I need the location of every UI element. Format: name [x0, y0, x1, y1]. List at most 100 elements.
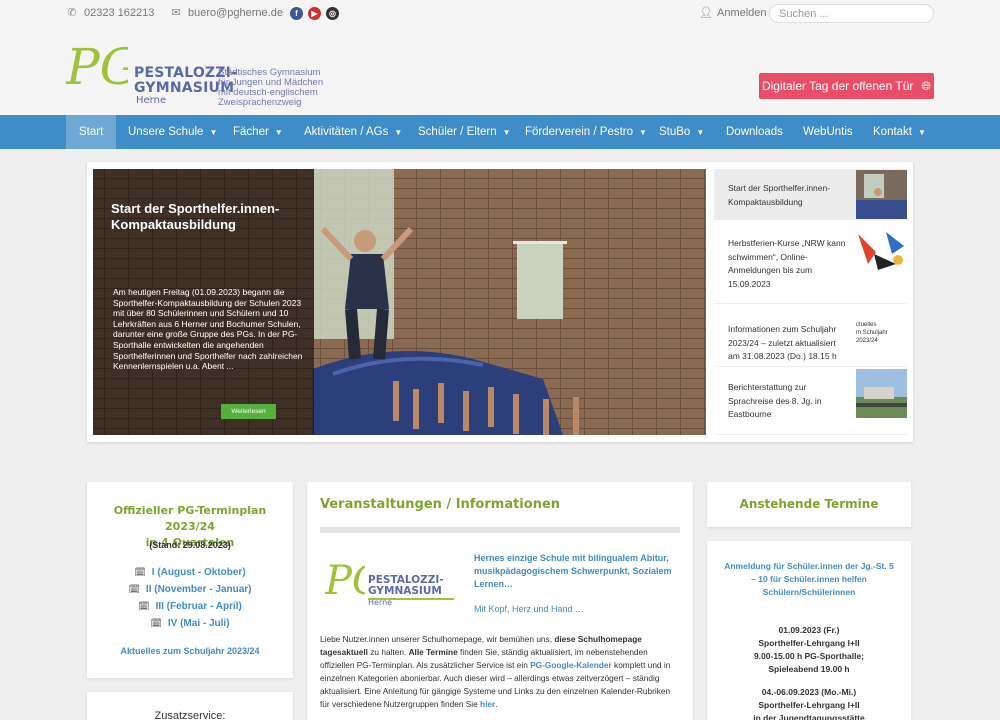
nav-label: Kontakt [873, 126, 912, 138]
nav-item-schueler-eltern[interactable]: Schüler / Eltern ▼ [418, 115, 511, 149]
login-link[interactable]: 👤︎ Anmelden [699, 6, 767, 20]
chevron-down-icon: ▼ [918, 127, 926, 137]
quarter-link[interactable]: 🗓︎ II (November - Januar) [87, 584, 293, 595]
body-text: Liebe Nutzer.innen unserer Schulhomepage… [320, 634, 555, 644]
promo-link[interactable]: Hernes einzige Schule mit bilingualem Ab… [474, 552, 684, 591]
email-address: buero@pgherne.de [188, 6, 283, 19]
slider-list-item[interactable]: Herbstferien-Kurse „NRW kann schwimmen“,… [714, 222, 907, 304]
zusatzservice-title: Zusatzservice: [154, 710, 226, 720]
top-bar: ✆ 02323 162213 ✉ buero@pgherne.de f ▶ ◎ … [0, 0, 1000, 28]
event-entry: 01.09.2023 (Fr.) Sporthelfer-Lehrgang I+… [707, 624, 911, 676]
featured-slide[interactable]: Start der Sporthelfer.innen-Kompaktausbi… [93, 169, 706, 435]
slider-list-item[interactable]: Start der Sporthelfer.innen-Kompaktausbi… [714, 169, 907, 220]
nav-item-stubo[interactable]: StuBo ▼ [659, 115, 704, 149]
logo-name-line2: GYMNASIUM [368, 585, 442, 597]
event-line: Sporthelfer-Lehrgang I+II [758, 638, 860, 648]
email-contact[interactable]: ✉ buero@pgherne.de [170, 6, 283, 20]
thumbnail-text: ctuelles [856, 322, 877, 328]
promo-tagline[interactable]: Mit Kopf, Herz und Hand … [474, 604, 584, 614]
body-text: Alle Termine [408, 647, 458, 657]
nav-label: StuBo [659, 126, 691, 138]
slide-excerpt: Am heutigen Freitag (01.09.2023) begann … [113, 287, 303, 372]
nav-item-faecher[interactable]: Fächer ▼ [233, 115, 283, 149]
logo-underline [368, 598, 454, 600]
chevron-down-icon: ▼ [394, 127, 403, 137]
nav-item-downloads[interactable]: Downloads [726, 115, 783, 149]
youtube-icon[interactable]: ▶ [308, 7, 321, 20]
open-day-label: Digitaler Tag der offenen Tür [761, 79, 914, 93]
slider-item-thumbnail: ctuelles m Schuljahr 2023/24 [856, 309, 907, 358]
slider-item-title: Informationen zum Schuljahr 2023/24 – zu… [728, 324, 837, 361]
envelope-icon: ✉ [171, 7, 181, 19]
nav-label: Förderverein / Pestro [525, 126, 634, 138]
news-slider: Start der Sporthelfer.innen-Kompaktausbi… [87, 162, 913, 442]
calendar-icon: 🗓︎ [134, 567, 146, 577]
phone-icon: ✆ [67, 7, 77, 19]
logo-subtitle: Städtisches Gymnasium für Jungen und Mäd… [218, 68, 328, 108]
slider-item-thumbnail [856, 170, 907, 219]
calendar-icon: 🗓︎ [128, 584, 140, 594]
slide-title[interactable]: Start der Sporthelfer.innen-Kompaktausbi… [111, 201, 301, 233]
terminplan-title-line: Offizieller PG-Terminplan 2023/24 [113, 504, 267, 533]
quarter-link[interactable]: 🗓︎ IV (Mai - Juli) [87, 618, 293, 629]
instagram-icon[interactable]: ◎ [326, 7, 339, 20]
logo-initials: PG [66, 38, 128, 96]
nav-item-kontakt[interactable]: Kontakt ▼ [873, 115, 926, 149]
body-link[interactable]: hier [480, 699, 495, 709]
read-more-button[interactable]: Weiterlesen [221, 404, 276, 419]
event-line: Sporthelfer-Lehrgang I+II [758, 700, 860, 710]
anstehende-termine-card: Anmeldung für Schüler.innen der Jg.-St. … [707, 541, 911, 720]
open-day-button[interactable]: Digitaler Tag der offenen Tür 🌐︎ [759, 73, 934, 99]
chevron-down-icon: ▼ [639, 127, 647, 137]
slider-list-item[interactable]: Berichterstattung zur Sprachreise des 8.… [714, 369, 907, 435]
phone-contact[interactable]: ✆ 02323 162213 [66, 6, 155, 20]
nav-label: Unsere Schule [128, 126, 204, 138]
facebook-icon[interactable]: f [290, 7, 303, 20]
event-entry: 04.-06.09.2023 (Mo.-Mi.) Sporthelfer-Leh… [707, 686, 911, 720]
nav-label: WebUntis [803, 126, 853, 138]
nav-label: Downloads [726, 126, 783, 138]
nav-item-unsere-schule[interactable]: Unsere Schule ▼ [128, 115, 217, 149]
slider-item-title: Herbstferien-Kurse „NRW kann schwimmen“,… [728, 238, 846, 289]
body-text: zu halten. [367, 647, 409, 657]
chevron-down-icon: ▼ [502, 127, 511, 137]
user-icon: 👤︎ [699, 7, 713, 19]
quarter-link[interactable]: 🗓︎ III (Februar - April) [87, 601, 293, 612]
phone-number: 02323 162213 [84, 6, 155, 19]
slider-list-item[interactable]: Informationen zum Schuljahr 2023/24 – zu… [714, 307, 907, 367]
quarter-link[interactable]: 🗓︎ I (August - Oktober) [87, 567, 293, 578]
pg-logo-mark: PG [325, 558, 365, 604]
calendar-icon: 🗓︎ [138, 601, 150, 611]
slider-item-thumbnail [856, 369, 907, 418]
nav-label: Fächer [233, 126, 269, 138]
nav-label: Aktivitäten / AGs [304, 126, 389, 138]
event-date: 04.-06.09.2023 (Mo.-Mi.) [761, 687, 857, 697]
veranstaltungen-title: Veranstaltungen / Informationen [320, 497, 561, 512]
nav-item-webuntis[interactable]: WebUntis [803, 115, 853, 149]
nav-label: Schüler / Eltern [418, 126, 497, 138]
event-line: Spieleabend 19.00 h [768, 664, 850, 674]
nav-item-aktivitaeten[interactable]: Aktivitäten / AGs ▼ [304, 115, 402, 149]
globe-icon: 🌐︎ [921, 78, 932, 93]
search-input[interactable] [769, 4, 934, 23]
section-divider [320, 527, 680, 533]
site-header: PG PESTALOZZI- GYMNASIUM Herne Städtisch… [0, 28, 1000, 115]
pg-logo-mark[interactable]: PG [66, 32, 128, 102]
main-navigation: Start Unsere Schule ▼ Fächer ▼ Aktivitäten… [0, 115, 1000, 149]
zusatzservice-card: Zusatzservice: [87, 692, 293, 720]
nav-label: Start [79, 126, 104, 138]
veranstaltungen-card: Veranstaltungen / Informationen PG PESTA… [307, 482, 693, 720]
event-date: 01.09.2023 (Fr.) [778, 625, 840, 635]
terminplan-card: Offizieller PG-Terminplan 2023/24 in 4 Q… [87, 482, 293, 678]
aktuelles-link[interactable]: Aktuelles zum Schuljahr 2023/24 [87, 646, 293, 656]
slider-item-title: Berichterstattung zur Sprachreise des 8.… [728, 382, 822, 419]
anstehende-title: Anstehende Termine [739, 497, 879, 511]
announcement-link[interactable]: Anmeldung für Schüler.innen der Jg.-St. … [707, 560, 911, 599]
quarter-label: I (August - Oktober) [151, 567, 246, 578]
nav-item-foerderverein[interactable]: Förderverein / Pestro ▼ [525, 115, 647, 149]
quarter-label: III (Februar - April) [155, 601, 242, 612]
event-line: in der Jugendtagungsstätte [753, 713, 865, 720]
body-link[interactable]: PG-Google-Kalender [530, 660, 612, 670]
event-line: 9.00-15.00 h PG-Sporthalle; [753, 651, 865, 661]
nav-item-start[interactable]: Start [66, 115, 117, 149]
